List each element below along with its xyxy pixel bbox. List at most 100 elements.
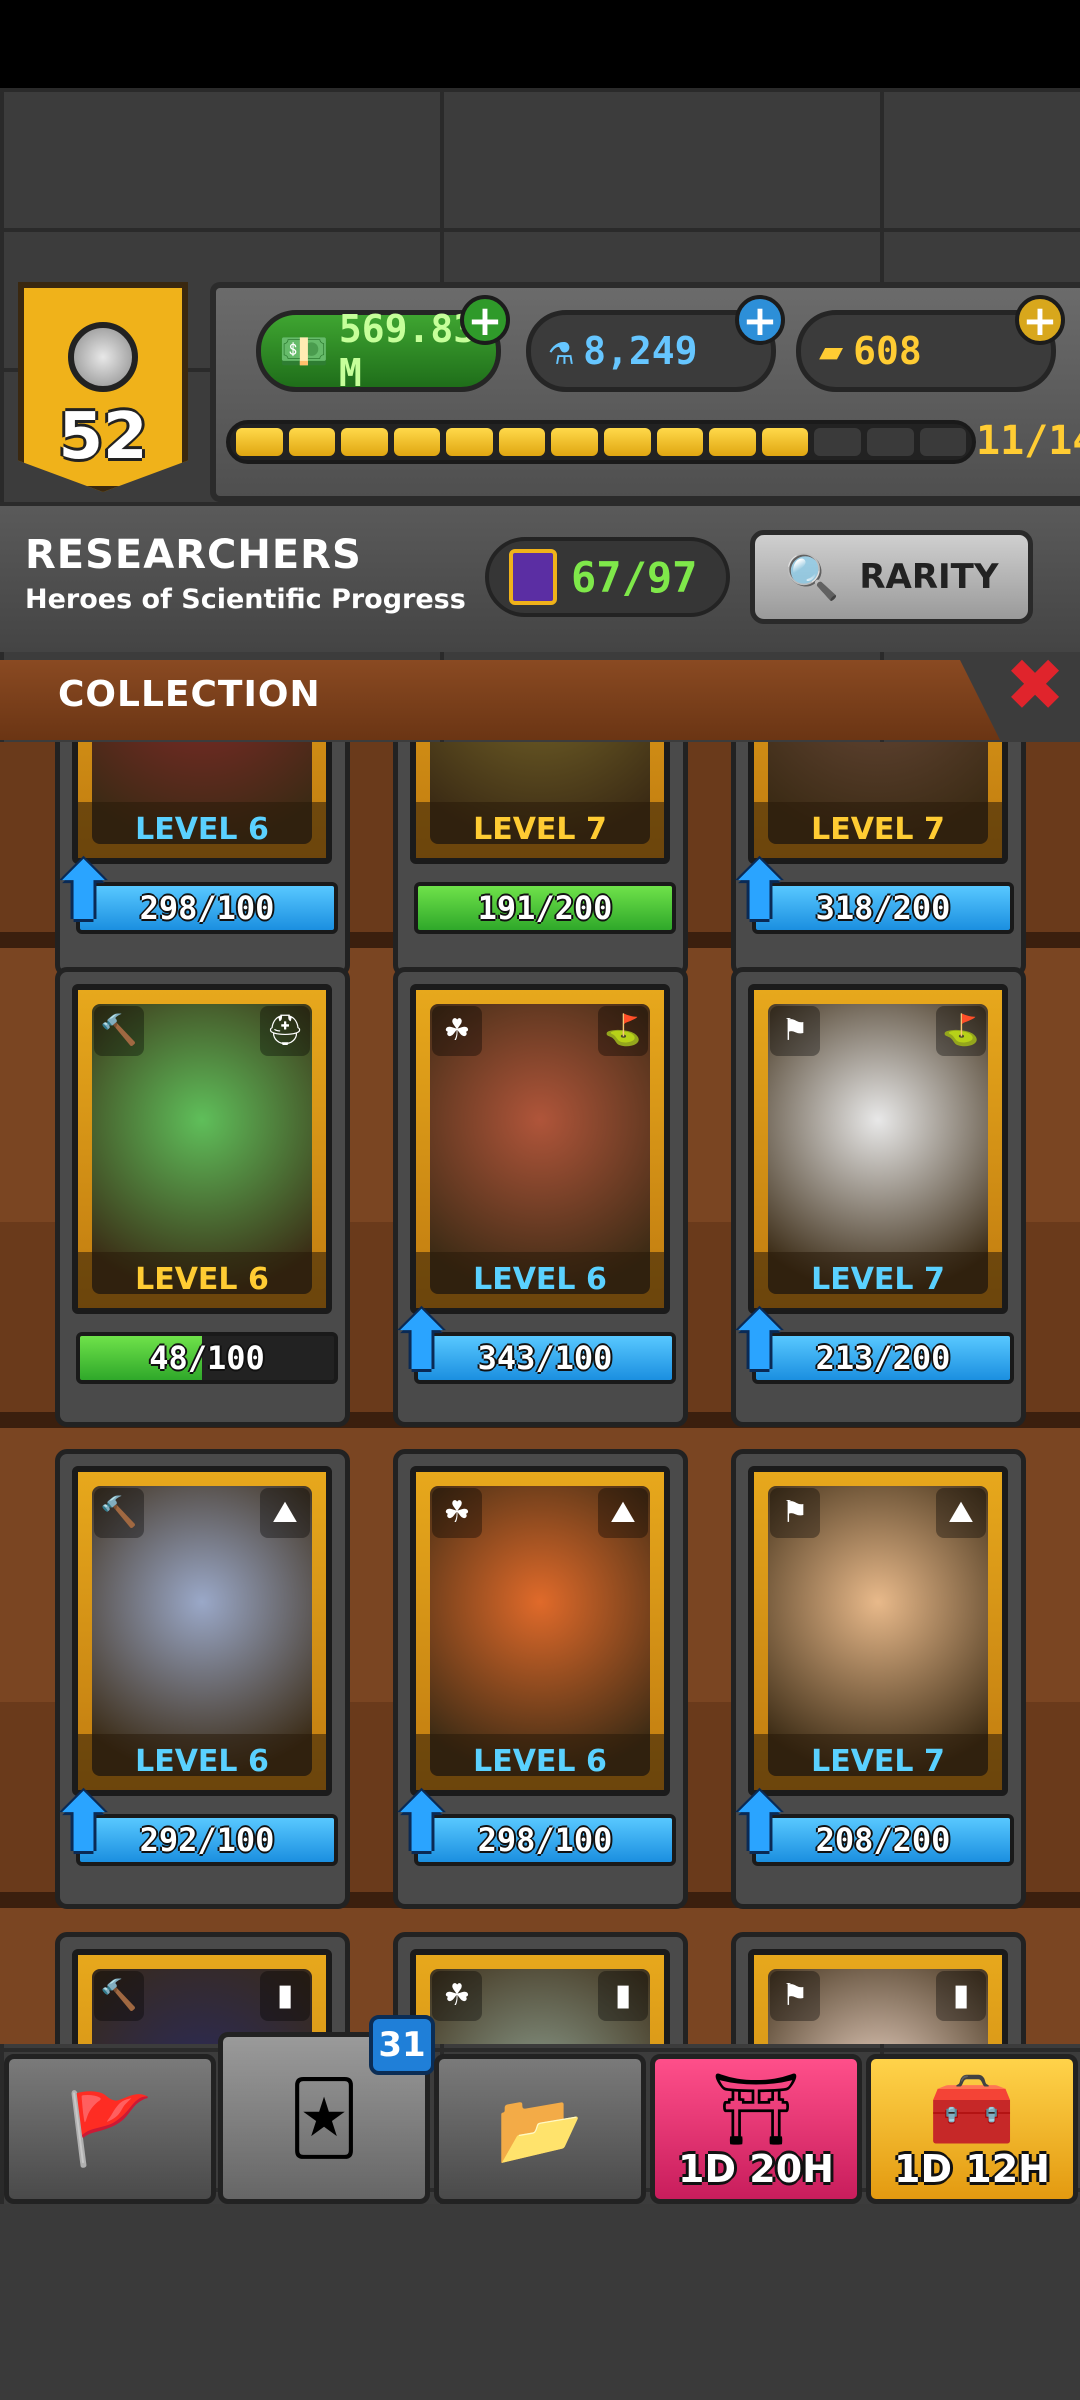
card-grid[interactable]: LEVEL 6 298/100 ⬆ LEVEL 7 191/200 LEVEL 7 318/… <box>0 742 1080 2044</box>
hero-card[interactable]: LEVEL 7 318/200 ⬆ <box>726 742 1026 977</box>
hero-card-frame: 🔨 ⛰ LEVEL 6 <box>72 1466 332 1796</box>
cash-icon: 💵 <box>279 328 329 375</box>
gold-value: 608 <box>853 329 922 373</box>
folder-icon: 📂 <box>496 2087 584 2170</box>
hero-card-frame: ⚑ ⛳ LEVEL 7 <box>748 984 1008 1314</box>
cash-counter[interactable]: 💵 569.83 M + <box>256 295 510 395</box>
collection-label: COLLECTION <box>58 674 321 715</box>
cards-badge: 31 <box>369 2015 435 2075</box>
hero-card[interactable]: 🔨 ▮ <box>55 1932 350 2044</box>
progress-segment <box>551 428 599 456</box>
top-panel: 💵 569.83 M + ⚗ 8,249 + ▰ 608 + 11/14 <box>210 282 1080 502</box>
trait-icon: ⛰ <box>598 1488 648 1538</box>
level-progress-bar <box>226 420 976 464</box>
snow-globe-icon: ⛩ <box>711 2067 801 2150</box>
upgrade-arrow-icon[interactable]: ⬆ <box>726 852 796 932</box>
medal-icon <box>68 322 138 392</box>
add-cash-button[interactable]: + <box>460 295 510 345</box>
rarity-sort-button[interactable]: 🔍 RARITY <box>750 530 1033 624</box>
rarity-label: RARITY <box>859 557 999 597</box>
hero-card-frame: ⚑ ⛰ LEVEL 7 <box>748 1466 1008 1796</box>
trait-icon: ☘ <box>432 1971 482 2021</box>
cards-count-value: 67/97 <box>571 552 698 602</box>
progress-segment <box>814 428 861 456</box>
trait-icon: ⚑ <box>770 1971 820 2021</box>
hero-level: LEVEL 7 <box>416 802 664 858</box>
upgrade-arrow-icon[interactable]: ⬆ <box>388 1302 458 1382</box>
progress-segment <box>866 428 914 456</box>
trait-icon: ⛰ <box>260 1488 310 1538</box>
progress-segment <box>288 428 336 456</box>
trait-icon: ⚑ <box>770 1006 820 1056</box>
trait-icon: ⚑ <box>770 1488 820 1538</box>
science-value: 8,249 <box>583 329 698 373</box>
upgrade-arrow-icon[interactable]: ⬆ <box>50 852 120 932</box>
trait-icon: ☘ <box>432 1006 482 1056</box>
hero-card[interactable]: ⚑ ⛳ LEVEL 7 213/200 ⬆ <box>726 967 1026 1427</box>
trait-icon: 🔨 <box>94 1006 144 1056</box>
hero-card[interactable]: 🔨 ⛰ LEVEL 6 292/100 ⬆ <box>50 1449 350 1909</box>
hero-card[interactable]: LEVEL 7 191/200 <box>393 742 688 977</box>
hero-card-frame: ☘ ⛳ LEVEL 6 <box>410 984 670 1314</box>
card-icon <box>509 549 557 605</box>
category-subtitle: Heroes of Scientific Progress <box>25 584 466 615</box>
close-icon[interactable]: ✖ <box>1000 649 1070 721</box>
nav-chest-button[interactable]: 🧰 1D 12H <box>866 2054 1078 2204</box>
science-counter[interactable]: ⚗ 8,249 + <box>526 295 785 392</box>
hero-progress-bar: 48/100 <box>76 1332 338 1384</box>
upgrade-arrow-icon[interactable]: ⬆ <box>388 1784 458 1864</box>
hero-card[interactable]: ☘ ⛳ LEVEL 6 343/100 ⬆ <box>388 967 688 1427</box>
cards-count: 67/97 <box>485 537 730 617</box>
hero-card[interactable]: ☘ ⛰ LEVEL 6 298/100 ⬆ <box>388 1449 688 1909</box>
hero-card-frame: ⚑ ▮ <box>748 1949 1008 2044</box>
bottom-nav: 🚩 🃏 31 📂 ⛩ 1D 20H 🧰 1D 12H <box>0 2015 1080 2204</box>
hero-card[interactable]: 🔨 ⛑ LEVEL 6 48/100 <box>55 967 350 1427</box>
hero-card[interactable]: ⚑ ▮ <box>731 1932 1026 2044</box>
bottom-stone <box>0 2204 1080 2400</box>
progress-segment <box>236 428 283 456</box>
flag-icon: 🚩 <box>66 2087 154 2170</box>
event-timer: 1D 20H <box>678 2147 834 2191</box>
hero-card[interactable]: ⚑ ⛰ LEVEL 7 208/200 ⬆ <box>726 1449 1026 1909</box>
add-science-button[interactable]: + <box>735 295 785 345</box>
nav-missions-button[interactable]: 🚩 <box>4 2054 216 2204</box>
level-progress-text: 11/14 <box>976 418 1080 464</box>
trait-icon: 🔨 <box>94 1971 144 2021</box>
hero-card-frame: ☘ ⛰ LEVEL 6 <box>410 1466 670 1796</box>
trait-icon: ⛑ <box>260 1006 310 1056</box>
progress-segment <box>709 428 756 456</box>
nav-dossier-button[interactable]: 📂 <box>434 2054 646 2204</box>
hero-card[interactable]: ☘ ▮ <box>393 1932 688 2044</box>
trait-icon: 🔨 <box>94 1488 144 1538</box>
hero-progress-text: 48/100 <box>149 1339 265 1377</box>
flask-icon: ⚗ <box>549 328 574 374</box>
upgrade-arrow-icon[interactable]: ⬆ <box>726 1784 796 1864</box>
cards-icon: 🃏 <box>288 2077 360 2159</box>
trait-icon: ⛰ <box>936 1488 986 1538</box>
progress-segment <box>919 428 967 456</box>
hero-card-frame: 🔨 ▮ <box>72 1949 332 2044</box>
player-level: 52 <box>58 400 148 474</box>
nav-event-button[interactable]: ⛩ 1D 20H <box>650 2054 862 2204</box>
upgrade-arrow-icon[interactable]: ⬆ <box>726 1302 796 1382</box>
chest-timer: 1D 12H <box>894 2147 1050 2191</box>
level-banner-content: 52 <box>18 282 188 492</box>
add-gold-button[interactable]: + <box>1015 295 1065 345</box>
progress-segment <box>446 428 493 456</box>
chest-icon: 🧰 <box>928 2067 1016 2150</box>
header: 💵 569.83 M + ⚗ 8,249 + ▰ 608 + 11/14 52 … <box>0 282 1080 662</box>
hero-card[interactable]: LEVEL 6 298/100 ⬆ <box>50 742 350 977</box>
trait-icon: ▮ <box>598 1971 648 2021</box>
trait-icon: ⛳ <box>936 1006 986 1056</box>
progress-segment <box>761 428 809 456</box>
nav-cards-button[interactable]: 🃏 31 <box>218 2015 435 2204</box>
progress-segment <box>656 428 704 456</box>
status-bar <box>0 0 1080 88</box>
category-title: RESEARCHERS <box>25 532 362 578</box>
gold-counter[interactable]: ▰ 608 + <box>796 295 1065 392</box>
gold-bar-icon: ▰ <box>819 328 844 374</box>
trait-icon: ▮ <box>936 1971 986 2021</box>
upgrade-arrow-icon[interactable]: ⬆ <box>50 1784 120 1864</box>
progress-segment <box>341 428 388 456</box>
progress-segment <box>498 428 546 456</box>
